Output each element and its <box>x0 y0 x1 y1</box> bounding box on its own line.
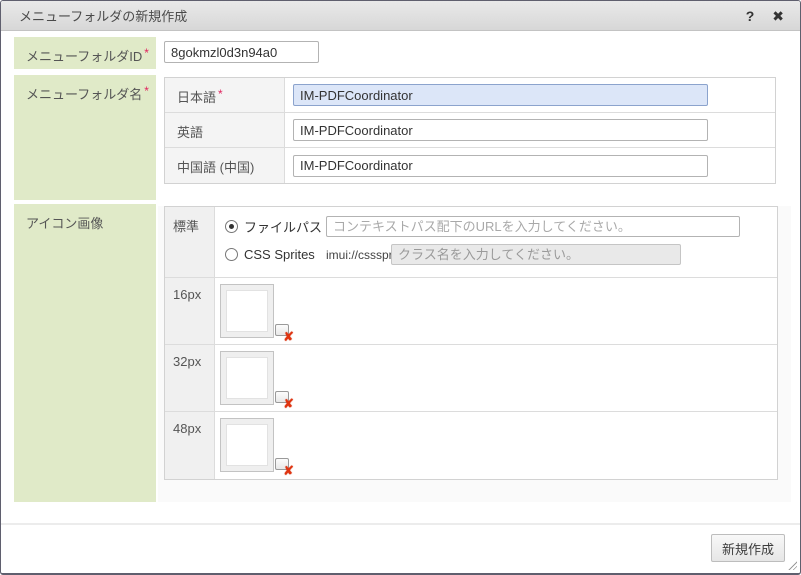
menu-folder-id-label-text: メニューフォルダID <box>26 49 142 64</box>
standard-row-content: ファイルパス CSS Sprites imui://csssprites/ <box>215 207 777 277</box>
delete-image-icon[interactable]: ✘ <box>275 458 292 474</box>
red-x-icon: ✘ <box>283 397 294 410</box>
name-row-japanese: 日本語* <box>165 78 775 113</box>
css-sprites-radio[interactable] <box>225 248 238 261</box>
icon-row-16px: 16px ✘ <box>165 278 777 345</box>
size-row-content: ✘ <box>215 345 777 411</box>
icon-image-table: 標準 ファイルパス CSS Sprites imui://csssprites/ <box>164 206 778 480</box>
titlebar-icons: ? ✖ <box>746 9 784 23</box>
css-sprites-class-input[interactable] <box>391 244 681 265</box>
css-sprites-radio-group[interactable]: CSS Sprites <box>225 247 326 262</box>
size-row-label: 48px <box>165 412 215 479</box>
standard-row-label: 標準 <box>165 207 215 277</box>
new-menu-folder-dialog: メニューフォルダの新規作成 ? ✖ メニューフォルダID* メニューフォルダ名*… <box>0 0 801 575</box>
english-label: 英語 <box>177 125 203 140</box>
field-label-menu-folder-name: メニューフォルダ名* <box>14 75 156 200</box>
dialog-titlebar: メニューフォルダの新規作成 ? ✖ <box>1 1 800 31</box>
menu-folder-name-table: 日本語* 英語 中国語 (中国) <box>164 77 776 184</box>
icon-preview-slot-32px: ✘ <box>220 351 292 405</box>
resize-grip[interactable] <box>787 560 797 570</box>
icon-preview-box-32px <box>220 351 274 405</box>
help-icon[interactable]: ? <box>746 9 755 23</box>
dialog-title: メニューフォルダの新規作成 <box>19 6 187 25</box>
name-row-label: 英語 <box>165 113 285 147</box>
name-row-value <box>285 113 775 147</box>
file-path-radio-label: ファイルパス <box>244 217 322 236</box>
name-row-label: 中国語 (中国) <box>165 148 285 183</box>
file-path-radio[interactable] <box>225 220 238 233</box>
file-path-line: ファイルパス <box>225 216 777 237</box>
close-icon[interactable]: ✖ <box>772 9 784 23</box>
icon-preview-slot-16px: ✘ <box>220 284 292 338</box>
name-row-value <box>285 78 775 112</box>
required-mark: * <box>144 46 149 60</box>
menu-folder-name-label-text: メニューフォルダ名 <box>26 87 142 102</box>
japanese-name-input[interactable] <box>293 84 708 106</box>
icon-preview-box-16px <box>220 284 274 338</box>
chinese-name-input[interactable] <box>293 155 708 177</box>
icon-preview-slot-48px: ✘ <box>220 418 292 472</box>
icon-row-32px: 32px ✘ <box>165 345 777 412</box>
icon-preview-box-48px <box>220 418 274 472</box>
required-mark: * <box>144 84 149 98</box>
japanese-label: 日本語 <box>177 90 216 105</box>
menu-folder-id-input[interactable] <box>164 41 319 63</box>
name-row-value <box>285 148 775 183</box>
chinese-label: 中国語 (中国) <box>177 160 254 175</box>
size-row-content: ✘ <box>215 412 777 479</box>
create-button[interactable]: 新規作成 <box>711 534 785 562</box>
size-row-label: 32px <box>165 345 215 411</box>
delete-image-icon[interactable]: ✘ <box>275 324 292 340</box>
file-path-radio-group[interactable]: ファイルパス <box>225 217 326 236</box>
icon-row-48px: 48px ✘ <box>165 412 777 479</box>
delete-image-icon[interactable]: ✘ <box>275 391 292 407</box>
footer-separator <box>1 523 800 525</box>
css-sprites-line: CSS Sprites imui://csssprites/ <box>225 244 777 265</box>
required-mark: * <box>218 87 223 101</box>
english-name-input[interactable] <box>293 119 708 141</box>
css-sprites-radio-label: CSS Sprites <box>244 247 315 262</box>
icon-image-label-text: アイコン画像 <box>26 216 103 231</box>
name-row-chinese: 中国語 (中国) <box>165 148 775 183</box>
css-sprites-prefix: imui://csssprites/ <box>326 248 391 262</box>
size-row-content: ✘ <box>215 278 777 344</box>
name-row-label: 日本語* <box>165 78 285 112</box>
red-x-icon: ✘ <box>283 330 294 343</box>
name-row-english: 英語 <box>165 113 775 148</box>
red-x-icon: ✘ <box>283 464 294 477</box>
field-label-icon-image: アイコン画像 <box>14 204 156 502</box>
field-label-menu-folder-id: メニューフォルダID* <box>14 37 156 69</box>
size-row-label: 16px <box>165 278 215 344</box>
file-path-input[interactable] <box>326 216 740 237</box>
icon-row-standard: 標準 ファイルパス CSS Sprites imui://csssprites/ <box>165 207 777 278</box>
